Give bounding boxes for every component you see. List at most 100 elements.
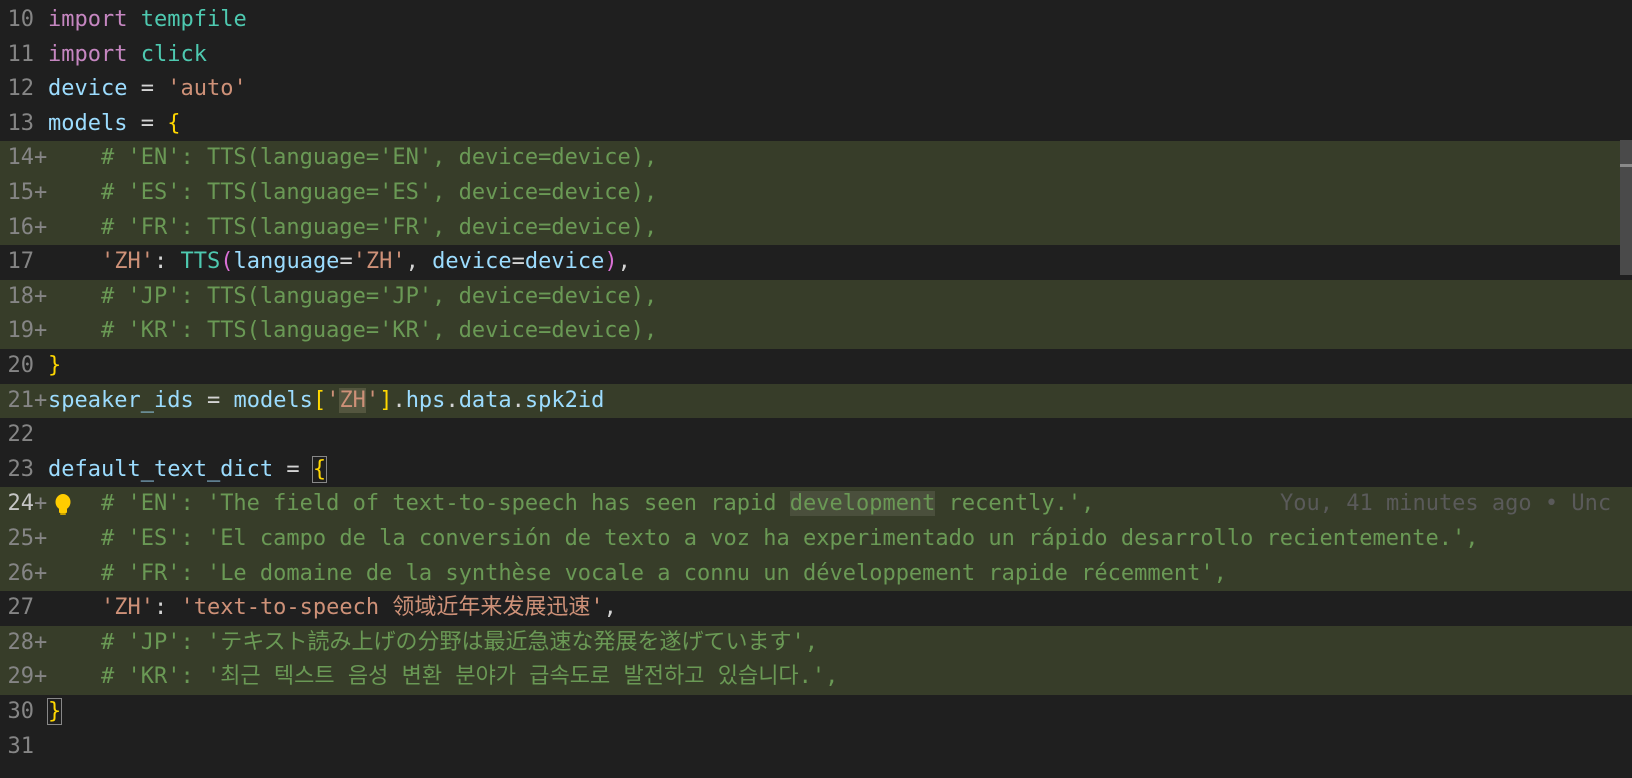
- diff-added-icon: [34, 418, 48, 453]
- diff-added-icon: +: [34, 318, 48, 344]
- scrollbar-thumb[interactable]: [1620, 140, 1632, 275]
- diff-added-icon: [34, 72, 48, 107]
- code-token: recently.',: [935, 491, 1095, 517]
- code-line[interactable]: 13 models = {: [0, 107, 1632, 142]
- code-line[interactable]: 25+ # 'ES': 'El campo de la conversión d…: [0, 522, 1632, 557]
- line-number-text: 17: [7, 249, 35, 275]
- line-number[interactable]: 30: [0, 695, 48, 730]
- code-editor[interactable]: 10 import tempfile 11 import click 12 devi…: [0, 0, 1632, 778]
- code-line[interactable]: 17 'ZH': TTS(language='ZH', device=devic…: [0, 245, 1632, 280]
- code-token: .: [392, 387, 406, 413]
- code-line[interactable]: 28+ # 'JP': 'テキスト読み上げの分野は最近急速な発展を遂げています'…: [0, 625, 1632, 661]
- code-text[interactable]: # 'JP': 'テキスト読み上げの分野は最近急速な発展を遂げています',: [48, 626, 818, 661]
- code-line[interactable]: 26+ # 'FR': 'Le domaine de la synthèse v…: [0, 556, 1632, 592]
- code-text[interactable]: # 'KR': TTS(language='KR', device=device…: [48, 314, 657, 349]
- code-text[interactable]: device = 'auto': [48, 72, 247, 107]
- code-text[interactable]: # 'FR': 'Le domaine de la synthèse vocal…: [48, 557, 1227, 592]
- line-number[interactable]: 21+: [0, 384, 48, 419]
- code-line[interactable]: 31: [0, 730, 1632, 765]
- code-text[interactable]: 'ZH': TTS(language='ZH', device=device),: [48, 245, 631, 280]
- code-line[interactable]: 22: [0, 418, 1632, 453]
- line-number[interactable]: 16+: [0, 211, 48, 246]
- line-number[interactable]: 11: [0, 38, 48, 73]
- line-number[interactable]: 12: [0, 72, 48, 107]
- line-number[interactable]: 19+: [0, 314, 48, 349]
- code-line[interactable]: 21+ speaker_ids = models['ZH'].hps.data.s…: [0, 383, 1632, 419]
- code-token: development: [789, 491, 936, 517]
- line-number[interactable]: 26+: [0, 557, 48, 592]
- code-token: ,: [405, 249, 433, 275]
- diff-added-icon: +: [34, 145, 48, 171]
- code-token: }: [48, 353, 62, 378]
- line-number-text: 11: [7, 41, 35, 67]
- line-number[interactable]: 31: [0, 730, 48, 765]
- code-token: :: [153, 249, 181, 275]
- code-text[interactable]: speaker_ids = models['ZH'].hps.data.spk2…: [48, 384, 604, 419]
- line-number[interactable]: 13: [0, 107, 48, 142]
- code-text[interactable]: # 'EN': TTS(language='EN', device=device…: [48, 141, 657, 176]
- code-text[interactable]: # 'ES': TTS(language='ES', device=device…: [48, 176, 657, 211]
- line-number[interactable]: 27: [0, 591, 48, 626]
- code-line[interactable]: 11 import click: [0, 38, 1632, 73]
- code-text[interactable]: # 'EN': 'The field of text-to-speech has…: [48, 487, 1094, 522]
- code-line[interactable]: 15+ # 'ES': TTS(language='ES', device=de…: [0, 176, 1632, 211]
- line-number-text: 19: [7, 318, 35, 344]
- code-line[interactable]: 20 }: [0, 349, 1632, 384]
- line-number[interactable]: 23: [0, 453, 48, 488]
- line-number-text: 23: [7, 456, 35, 482]
- code-line[interactable]: 29+ # 'KR': '최근 텍스트 음성 변환 분야가 급속도로 발전하고 …: [0, 660, 1632, 695]
- code-token: click: [140, 41, 207, 67]
- code-text[interactable]: models = {: [48, 107, 180, 142]
- diff-added-icon: +: [34, 664, 48, 690]
- line-number-text: 18: [7, 283, 35, 309]
- line-number[interactable]: 29+: [0, 660, 48, 695]
- code-token: {: [311, 455, 328, 483]
- code-token: 'auto': [167, 76, 247, 102]
- diff-added-icon: +: [34, 180, 48, 205]
- diff-added-icon: [34, 3, 48, 38]
- code-text[interactable]: import tempfile: [48, 3, 247, 38]
- code-token: device: [48, 76, 128, 102]
- diff-added-icon: [34, 695, 48, 730]
- diff-added-icon: [34, 730, 48, 765]
- line-number-text: 20: [7, 353, 35, 378]
- code-token: tempfile: [140, 7, 247, 32]
- code-line[interactable]: 16+ # 'FR': TTS(language='FR', device=de…: [0, 210, 1632, 246]
- code-text[interactable]: }: [46, 695, 63, 730]
- line-number-text: 14: [7, 145, 35, 171]
- code-line[interactable]: 10 import tempfile: [0, 3, 1632, 38]
- line-number[interactable]: 10: [0, 3, 48, 38]
- code-line[interactable]: 30 }: [0, 695, 1632, 730]
- line-number[interactable]: 24+: [0, 487, 48, 522]
- code-text[interactable]: import click: [48, 38, 207, 73]
- code-token: 'text-to-speech 领域近年来发展迅速': [180, 595, 604, 621]
- line-number-text: 25: [7, 526, 35, 551]
- code-text[interactable]: # 'KR': '최근 텍스트 음성 변환 분야가 급속도로 발전하고 있습니다…: [48, 660, 838, 695]
- code-line[interactable]: 18+ # 'JP': TTS(language='JP', device=de…: [0, 279, 1632, 315]
- code-text[interactable]: # 'FR': TTS(language='FR', device=device…: [48, 211, 657, 246]
- line-number[interactable]: 20: [0, 349, 48, 384]
- code-line[interactable]: 12 device = 'auto': [0, 72, 1632, 107]
- code-text[interactable]: default_text_dict = {: [48, 453, 328, 488]
- line-number[interactable]: 15+: [0, 176, 48, 211]
- code-text[interactable]: 'ZH': 'text-to-speech 领域近年来发展迅速',: [48, 591, 617, 626]
- code-text[interactable]: }: [48, 349, 61, 384]
- line-number[interactable]: 25+: [0, 522, 48, 557]
- line-number[interactable]: 18+: [0, 280, 48, 315]
- code-token: device: [432, 249, 512, 275]
- line-number[interactable]: 28+: [0, 626, 48, 661]
- line-number[interactable]: 14+: [0, 141, 48, 176]
- code-line[interactable]: 24+ # 'EN': 'The field of text-to-speech…: [0, 487, 1632, 522]
- code-line[interactable]: 23 default_text_dict = {: [0, 453, 1632, 488]
- line-number[interactable]: 17: [0, 245, 48, 280]
- line-number[interactable]: 22: [0, 418, 48, 453]
- code-line[interactable]: 19+ # 'KR': TTS(language='KR', device=de…: [0, 314, 1632, 349]
- lightbulb-icon[interactable]: [52, 493, 74, 517]
- code-token: # 'ES': 'El campo de la conversión de te…: [100, 526, 1479, 551]
- code-text[interactable]: # 'JP': TTS(language='JP', device=device…: [48, 280, 657, 315]
- code-text[interactable]: # 'ES': 'El campo de la conversión de te…: [48, 522, 1479, 557]
- code-line[interactable]: 14+ # 'EN': TTS(language='EN', device=de…: [0, 141, 1632, 176]
- code-line[interactable]: 27 'ZH': 'text-to-speech 领域近年来发展迅速',: [0, 591, 1632, 626]
